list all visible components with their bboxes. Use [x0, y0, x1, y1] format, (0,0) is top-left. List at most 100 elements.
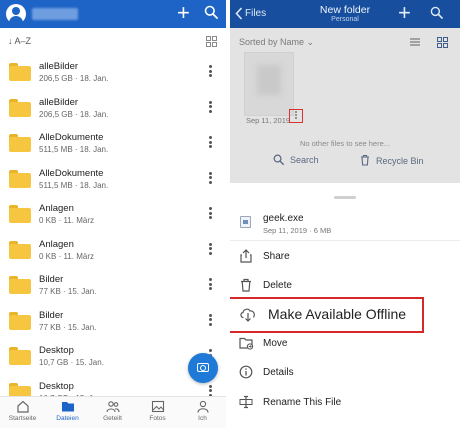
- item-name: Desktop: [39, 345, 74, 356]
- file-thumbnail[interactable]: [244, 52, 294, 116]
- folder-title: New folder: [319, 4, 371, 16]
- person-icon: [196, 400, 209, 413]
- more-options-button[interactable]: [289, 109, 303, 123]
- folder-icon: [61, 402, 74, 412]
- divider: [230, 240, 460, 241]
- details-menu-item[interactable]: Details: [230, 359, 460, 387]
- back-chevron-icon[interactable]: [235, 7, 243, 20]
- folder-icon: [9, 276, 31, 294]
- list-item[interactable]: Anlagen 0 KB · 11. März: [0, 232, 226, 268]
- item-meta: 206,5 GB · 18. Jan.: [39, 74, 109, 83]
- nav-files[interactable]: Dateien: [45, 400, 90, 422]
- redacted-account-name: [32, 8, 78, 20]
- sheet-drag-handle[interactable]: [334, 196, 356, 199]
- sort-label: A–Z: [14, 36, 32, 46]
- move-label: Move: [263, 338, 288, 349]
- trash-icon: [361, 154, 369, 166]
- more-options-icon[interactable]: [205, 135, 215, 151]
- make-available-offline-label: Make Available Offline: [268, 306, 407, 322]
- item-name: Anlagen: [39, 238, 74, 250]
- search-icon[interactable]: [430, 6, 443, 19]
- info-icon: [239, 365, 253, 379]
- rename-icon: [239, 395, 253, 409]
- item-meta: 77 KB · 15. Jan.: [39, 322, 97, 332]
- list-item[interactable]: AlleDokumente 511,5 MB · 18. Jan.: [0, 161, 226, 197]
- account-avatar[interactable]: [6, 4, 26, 24]
- folder-icon: [9, 311, 31, 330]
- folder-icon: [9, 63, 31, 81]
- recycle-bin-action[interactable]: Recycle Bin: [360, 154, 424, 166]
- list-item[interactable]: AlleDokumente 511,5 MB · 18. Jan.: [0, 125, 226, 161]
- nav-shared[interactable]: Geteilt: [90, 400, 135, 422]
- folder-icon: [9, 205, 31, 223]
- folder-icon: [9, 240, 31, 259]
- grid-view-icon[interactable]: [206, 36, 217, 47]
- thumbnail-date: Sep 11, 2019: [246, 116, 291, 125]
- delete-menu-item[interactable]: Delete: [230, 272, 460, 300]
- list-item[interactable]: alleBilder 206,5 GB · 18. Jan.: [0, 90, 226, 126]
- list-view-icon[interactable]: [410, 38, 420, 46]
- share-menu-item[interactable]: Share: [230, 243, 460, 271]
- right-screen-folder: Files New folder Personal + Sorted by Na…: [230, 0, 460, 428]
- list-item[interactable]: alleBilder 206,5 GB · 18. Jan.: [0, 54, 226, 90]
- search-action-label: Search: [290, 155, 319, 165]
- empty-message: No other files to see here...: [299, 139, 391, 148]
- more-options-icon[interactable]: [205, 171, 215, 187]
- item-name: alleBilder: [39, 96, 79, 108]
- home-icon: [16, 400, 29, 413]
- rename-label: Rename This File: [263, 397, 342, 408]
- move-menu-item[interactable]: Move: [230, 330, 460, 358]
- nav-files-label: Dateien: [56, 415, 79, 422]
- rename-menu-item[interactable]: Rename This File: [230, 389, 460, 417]
- people-icon: [105, 401, 120, 413]
- camera-scan-button[interactable]: [188, 353, 218, 383]
- folder-subtitle: Personal: [331, 16, 359, 23]
- sort-button[interactable]: ↓ A–Z: [8, 36, 31, 46]
- item-meta: 511,5 MB · 18. Jan.: [39, 145, 109, 154]
- list-item[interactable]: Bilder 77 KB · 15. Jan.: [0, 303, 226, 339]
- list-item[interactable]: Anlagen 0 KB · 11. März: [0, 196, 226, 232]
- nav-photos-label: Fotos: [149, 415, 166, 422]
- delete-label: Delete: [263, 280, 292, 291]
- make-available-offline-menu-item[interactable]: Make Available Offline: [230, 300, 460, 328]
- back-button-label[interactable]: Files: [245, 8, 266, 19]
- folder-icon: [9, 347, 31, 365]
- folder-top-bar: Files New folder Personal +: [230, 0, 460, 28]
- folder-move-icon: [239, 337, 254, 350]
- share-label: Share: [263, 251, 290, 262]
- bottom-nav: Startseite Dateien Geteilt Fotos Ich: [0, 396, 226, 428]
- more-options-icon[interactable]: [205, 242, 215, 258]
- item-name: AlleDokumente: [39, 167, 104, 179]
- folder-icon: [9, 134, 31, 152]
- more-options-icon[interactable]: [205, 277, 215, 293]
- recycle-bin-label: Recycle Bin: [376, 156, 424, 166]
- item-meta: 206,5 GB · 18. Jan.: [39, 109, 109, 119]
- item-meta: 511,5 MB · 18. Jan.: [39, 180, 109, 190]
- search-icon: [273, 154, 284, 165]
- nav-me-label: Ich: [198, 415, 207, 422]
- search-icon[interactable]: [204, 5, 218, 19]
- nav-home[interactable]: Startseite: [0, 400, 45, 422]
- nav-photos[interactable]: Fotos: [135, 400, 180, 422]
- more-options-icon[interactable]: [205, 313, 215, 329]
- search-action[interactable]: Search: [273, 154, 319, 165]
- more-options-icon[interactable]: [205, 100, 215, 116]
- item-meta: 0 KB · 11. März: [39, 216, 94, 225]
- item-meta: 10,7 GB · 15. Jan.: [39, 358, 104, 367]
- sort-label: Sorted by Name: [239, 37, 305, 47]
- file-icon: [240, 216, 251, 228]
- item-meta: 77 KB · 15. Jan.: [39, 287, 97, 296]
- add-button[interactable]: +: [177, 1, 190, 25]
- file-name: geek.exe: [263, 213, 304, 224]
- more-options-icon[interactable]: [205, 206, 215, 222]
- item-name: Desktop: [39, 380, 74, 392]
- grid-view-icon[interactable]: [437, 37, 448, 48]
- more-options-icon[interactable]: [205, 64, 215, 80]
- item-name: Bilder: [39, 274, 64, 285]
- nav-me[interactable]: Ich: [180, 400, 225, 422]
- share-icon: [240, 249, 252, 263]
- top-bar: +: [0, 0, 226, 28]
- sort-dropdown[interactable]: Sorted by Name ⌄: [239, 37, 314, 48]
- add-button[interactable]: +: [398, 1, 411, 25]
- list-item[interactable]: Bilder 77 KB · 15. Jan.: [0, 267, 226, 303]
